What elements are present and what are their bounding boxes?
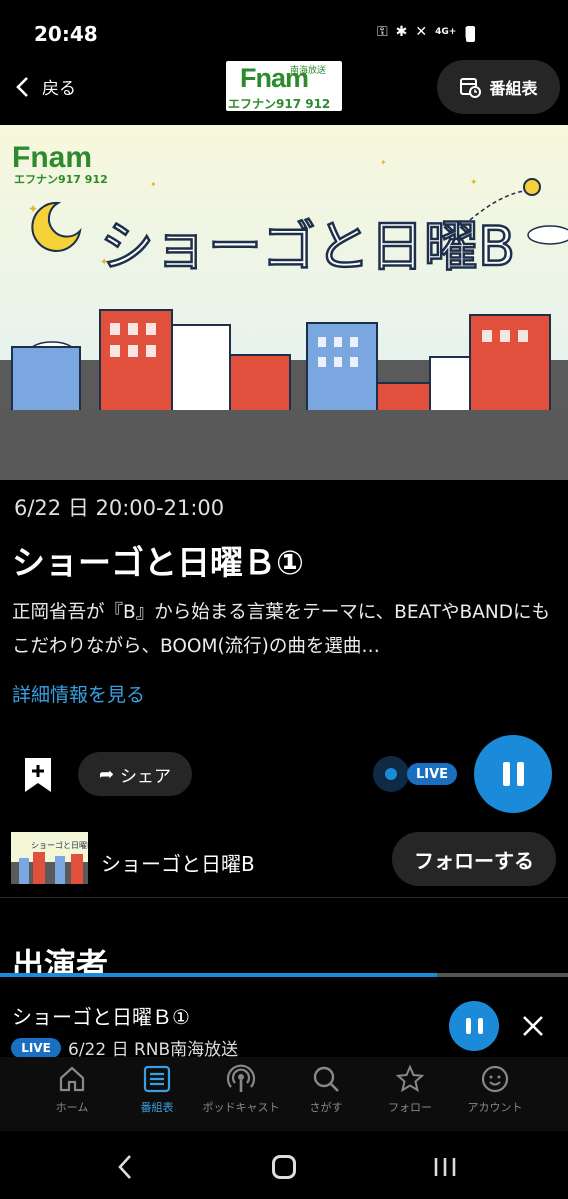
back-button[interactable]: 戻る [14,74,76,99]
bookmark-add-icon[interactable] [22,756,54,794]
program-thumbnail: ショーゴと日曜B [11,832,88,884]
nav-item-account[interactable]: アカウント [447,1064,543,1115]
home-icon [59,1066,85,1092]
mini-player-title: ショーゴと日曜Ｂ① [12,1005,190,1029]
mini-pause-button[interactable] [449,1001,499,1051]
live-badge: LIVE [407,763,457,785]
nav-label-account: アカウント [467,1101,523,1114]
pause-icon [465,1018,483,1034]
nav-label-follow: フォロー [388,1101,432,1114]
system-home-icon[interactable] [272,1155,296,1179]
schedule-button[interactable]: 番組表 [437,60,560,114]
nav-label-home: ホーム [55,1101,89,1114]
nav-item-home[interactable]: ホーム [24,1064,120,1115]
star-icon [395,1064,425,1093]
chevron-left-icon [16,76,28,97]
program-description: 正岡省吾が『B』から始まる言葉をテーマに、BEATやBANDにもこだわりながら、… [12,602,550,657]
nav-label-search: さがす [309,1101,343,1114]
account-icon [481,1065,509,1093]
nav-item-podcast[interactable]: ポッドキャスト [193,1064,289,1115]
nav-label-schedule: 番組表 [140,1101,174,1114]
nav-label-podcast: ポッドキャスト [202,1101,280,1114]
svg-text:✦: ✦ [470,178,478,188]
svg-text:✦: ✦ [380,158,387,167]
program-hero-image: ✦ ✦ ✦ ✦ ✦ ✦ ショーゴと日曜B Fnam エフナン917 912 [0,125,568,480]
key-icon: ⚿ [376,24,388,40]
close-icon[interactable] [516,1009,550,1043]
program-name[interactable]: ショーゴと日曜B [101,848,255,877]
podcast-icon [226,1064,256,1092]
hero-logo-sub: エフナン917 912 [14,173,108,186]
share-icon: ➦ [98,763,115,785]
status-time: 20:48 [34,22,98,46]
nav-item-search[interactable]: さがす [278,1064,374,1115]
live-indicator-dot [385,768,397,780]
network-label: 4G+ [435,27,457,37]
pause-icon [502,762,524,786]
schedule-icon [460,78,482,98]
share-label: シェア [120,766,172,787]
program-title: ショーゴと日曜Ｂ① [12,543,304,582]
pause-button[interactable] [474,735,552,813]
program-datetime: 6/22 日 20:00-21:00 [14,496,225,520]
share-button[interactable]: ➦ シェア [78,752,192,796]
nav-item-follow[interactable]: フォロー [362,1064,458,1115]
nav-item-schedule[interactable]: 番組表 [109,1064,205,1115]
status-icons: ⚿ ✱ ✕ 4G+ ▮ [377,24,472,40]
divider [0,897,568,898]
details-link[interactable]: 詳細情報を見る [12,680,145,707]
schedule-label: 番組表 [489,79,538,98]
back-label: 戻る [42,79,76,99]
svg-text:✦: ✦ [150,180,157,189]
hero-title: ショーゴと日曜B [100,215,515,278]
system-back-icon[interactable] [116,1153,134,1181]
svg-text:ショーゴと日曜B: ショーゴと日曜B [31,840,88,850]
logo-top: 南海放送 [290,66,327,76]
mini-live-badge: LIVE [11,1038,61,1058]
schedule-icon [143,1065,171,1093]
svg-text:✦: ✦ [28,202,38,216]
search-icon [313,1066,339,1092]
hero-logo-main: Fnam [12,141,92,174]
mute-icon: ✕ [415,24,428,40]
logo-sub: エフナン917 912 [228,97,331,111]
battery-icon [466,26,475,42]
bluetooth-icon: ✱ [395,24,408,40]
system-recents-icon[interactable] [433,1156,457,1178]
follow-button[interactable]: フォローする [392,832,556,886]
